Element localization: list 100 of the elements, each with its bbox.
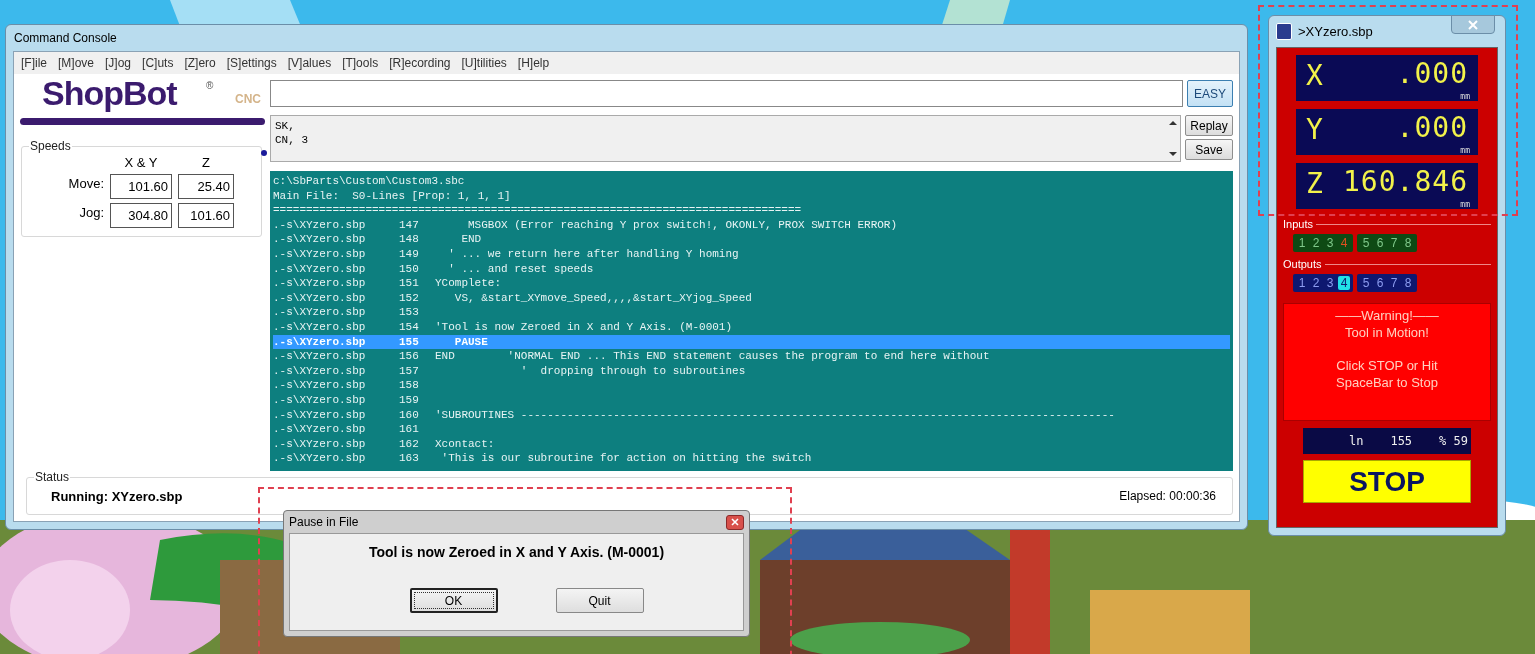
line-number: 160 [399, 407, 420, 423]
code-row[interactable]: .-s\XYzero.sbp 148 END [273, 232, 1230, 247]
code-row[interactable]: .-s\XYzero.sbp 156 END 'NORMAL END ... This END statement causes the program to end here without [273, 349, 1230, 364]
file-name: .-s\XYzero.sbp [273, 436, 367, 452]
menu-item[interactable]: [R]ecording [389, 56, 451, 70]
code-row[interactable]: .-s\XYzero.sbp 158 [273, 378, 1230, 393]
code-row[interactable]: .-s\XYzero.sbp 162 Xcontact: [273, 436, 1230, 452]
elapsed-time: Elapsed: 00:00:36 [1119, 489, 1216, 503]
menu-item[interactable]: [Z]ero [184, 56, 216, 70]
axis-letter: Y [1306, 113, 1323, 146]
code-row[interactable]: .-s\XYzero.sbp 149 ' ... we return here after handling Y homing [273, 246, 1230, 262]
file-name: .-s\XYzero.sbp [273, 246, 367, 262]
axis-unit: mm [1460, 146, 1470, 155]
menu-item[interactable]: [C]uts [142, 56, 174, 70]
line-number: 155 [1390, 434, 1413, 448]
code-row[interactable]: .-s\XYzero.sbp 147 MSGBOX (Error reaching Y prox switch!, OKONLY, PROX SWITCH ERROR) [273, 217, 1230, 233]
file-name: .-s\XYzero.sbp [273, 232, 367, 247]
code-row[interactable]: .-s\XYzero.sbp 157 ' dropping through to subroutines [273, 363, 1230, 379]
stop-button[interactable]: STOP [1303, 460, 1471, 503]
file-name: .-s\XYzero.sbp [273, 407, 367, 423]
axis-letter: X [1306, 59, 1323, 92]
dialog-message: Tool is now Zeroed in X and Y Axis. (M-0001) [368, 544, 665, 560]
axis-unit: mm [1460, 92, 1470, 101]
command-history[interactable]: SK, CN, 3 [270, 115, 1181, 162]
input-indicator: 5 [1361, 236, 1371, 250]
percent-complete: % 59 [1439, 434, 1468, 448]
code-text: 'This is our subroutine for action on hitting the switch [440, 451, 812, 466]
menu-item[interactable]: [T]ools [342, 56, 379, 70]
window-title: Command Console [14, 31, 117, 45]
speed-field[interactable]: 101.60 [178, 203, 234, 228]
speed-field[interactable]: 25.40 [178, 174, 234, 199]
file-header-line: ================================================================================ [273, 203, 802, 218]
file-header-line: Main File: S0-Lines [Prop: 1, 1, 1] [273, 188, 511, 204]
file-name: .-s\XYzero.sbp [273, 319, 367, 335]
file-name: .-s\XYzero.sbp [273, 334, 367, 350]
axis-value: 160.846 [1343, 165, 1468, 198]
file-name: .-s\XYzero.sbp [273, 290, 367, 306]
marker-dot-icon [261, 150, 267, 156]
input-indicator: 8 [1403, 236, 1413, 250]
code-row[interactable]: .-s\XYzero.sbp 152 VS, &start_XYmove_Speed,,,,&start_XYjog_Speed [273, 290, 1230, 306]
line-number: 163 [399, 451, 420, 466]
code-row[interactable]: .-s\XYzero.sbp 160 'SUBROUTINES ------------------------------------------------------------------------------------------ [273, 407, 1230, 423]
menu-item[interactable]: [F]ile [21, 56, 47, 70]
output-indicator: 7 [1389, 276, 1399, 290]
dialog-title: Pause in File [289, 515, 359, 529]
code-text: VS, &start_XYmove_Speed,,,,&start_XYjog_Speed [453, 290, 752, 306]
history-button[interactable]: Replay [1185, 115, 1233, 136]
speed-field[interactable]: 304.80 [110, 203, 172, 228]
menu-item[interactable]: [J]og [105, 56, 132, 70]
line-number: 150 [399, 261, 420, 277]
window-title: >XYzero.sbp [1298, 24, 1373, 39]
dialog-button[interactable]: OK [409, 588, 498, 613]
menu-item[interactable]: [U]tilities [461, 56, 507, 70]
code-row[interactable]: .-s\XYzero.sbp 159 [273, 392, 1230, 408]
easy-button[interactable]: EASY [1187, 80, 1233, 107]
code-text: 'SUBROUTINES ------------------------------------------------------------------------------------------ [435, 407, 1115, 423]
command-field[interactable] [270, 80, 1183, 107]
file-name: .-s\XYzero.sbp [273, 305, 367, 320]
input-indicator: 2 [1311, 236, 1321, 250]
file-name: .-s\XYzero.sbp [273, 363, 367, 379]
speed-label: Jog: [78, 204, 104, 220]
menu-item[interactable]: [V]alues [287, 56, 332, 70]
logo-suffix: CNC [235, 92, 261, 106]
menu-item[interactable]: [H]elp [517, 56, 550, 70]
menu-item[interactable]: [S]ettings [226, 56, 277, 70]
output-indicator: 5 [1361, 276, 1371, 290]
output-indicator: 2 [1311, 276, 1321, 290]
app-icon [1276, 23, 1292, 40]
history-button[interactable]: Save [1185, 139, 1233, 160]
input-indicator: 4 [1339, 236, 1349, 250]
dialog-button[interactable]: Quit [555, 588, 644, 613]
file-name: .-s\XYzero.sbp [273, 217, 367, 233]
output-indicator: 1 [1297, 276, 1307, 290]
line-number: 153 [399, 305, 420, 320]
output-indicator: 6 [1375, 276, 1385, 290]
code-text: ' ... we return here after handling Y homing [447, 246, 739, 262]
code-row[interactable]: .-s\XYzero.sbp 150 ' ... and reset speeds [273, 261, 1230, 277]
close-icon [731, 518, 739, 526]
menu-item[interactable]: [M]ove [58, 56, 95, 70]
history-entry[interactable]: SK, [275, 119, 295, 133]
history-entry[interactable]: CN, 3 [275, 133, 308, 147]
axis-unit: mm [1460, 200, 1470, 209]
code-row[interactable]: .-s\XYzero.sbp 154 'Tool is now Zeroed in X and Y Axis. (M-0001) [273, 319, 1230, 335]
close-icon [1468, 19, 1478, 30]
code-row[interactable]: .-s\XYzero.sbp 163 'This is our subroutine for action on hitting the switch [273, 451, 1230, 466]
code-text: 'Tool is now Zeroed in X and Y Axis. (M-0001) [435, 319, 733, 335]
code-row[interactable]: .-s\XYzero.sbp 151 YComplete: [273, 276, 1230, 291]
code-row[interactable]: .-s\XYzero.sbp 153 [273, 305, 1230, 320]
file-name: .-s\XYzero.sbp [273, 422, 367, 437]
code-text: YComplete: [435, 276, 501, 291]
speed-field[interactable]: 101.60 [110, 174, 172, 199]
code-row[interactable]: .-s\XYzero.sbp 161 [273, 422, 1230, 437]
line-number: 162 [399, 436, 420, 452]
code-text: MSGBOX (Error reaching Y prox switch!, OKONLY, PROX SWITCH ERROR) [467, 217, 898, 233]
io-title: Outputs [1283, 258, 1322, 270]
warning-text: Click STOP or Hit [1336, 357, 1438, 374]
file-name: .-s\XYzero.sbp [273, 276, 367, 291]
output-indicator: 3 [1325, 276, 1335, 290]
line-number: 155 [399, 334, 420, 350]
close-button[interactable] [726, 514, 744, 530]
